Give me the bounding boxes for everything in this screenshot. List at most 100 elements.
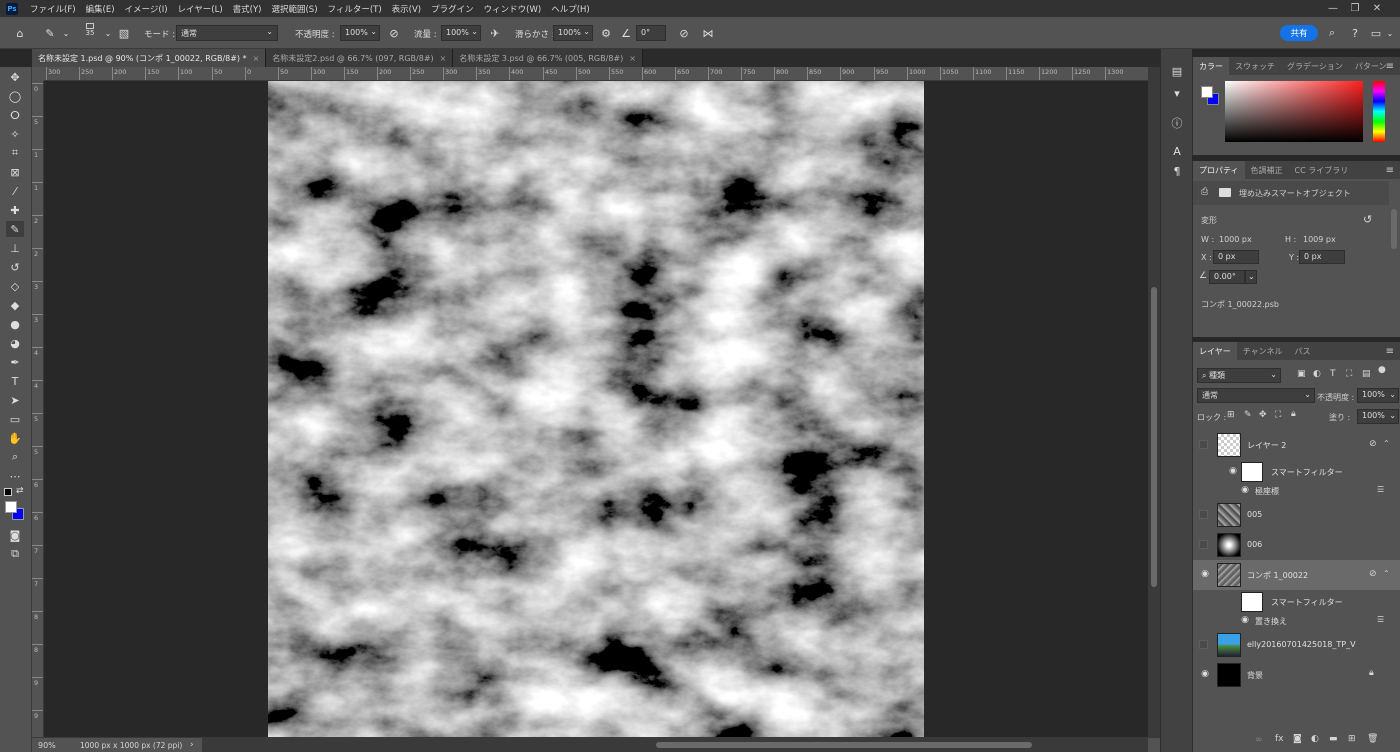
- eraser-tool-icon[interactable]: ◇: [6, 278, 24, 294]
- lock-artboard-icon[interactable]: ⛶: [1275, 410, 1281, 420]
- share-button[interactable]: 共有: [1280, 25, 1318, 41]
- path-select-tool-icon[interactable]: ➤: [6, 392, 24, 408]
- scrollbar-thumb[interactable]: [1151, 287, 1157, 587]
- brush-angle-input[interactable]: 0°: [636, 25, 666, 41]
- chevron-up-icon[interactable]: ⌃: [1383, 569, 1390, 578]
- filter-type-icon[interactable]: T: [1330, 369, 1336, 379]
- hue-slider[interactable]: [1373, 81, 1385, 142]
- chevron-down-icon[interactable]: ⌄: [1245, 270, 1257, 284]
- panel-menu-icon[interactable]: ≡: [1386, 61, 1394, 72]
- smoothing-input[interactable]: 100% ⌄: [553, 25, 593, 41]
- visibility-toggle[interactable]: [1199, 540, 1208, 549]
- layer-row-selected[interactable]: ◉ コンポ 1_00022 ⊘ ⌃: [1193, 560, 1400, 590]
- canvas-area[interactable]: [44, 81, 1148, 737]
- delete-layer-icon[interactable]: 🗑︎: [1367, 734, 1378, 744]
- gear-icon[interactable]: ⚙: [598, 25, 614, 41]
- menu-window[interactable]: ウィンドウ(W): [480, 3, 548, 15]
- layer-row[interactable]: 006: [1193, 530, 1400, 560]
- tab-cc-libraries[interactable]: CC ライブラリ: [1289, 161, 1355, 179]
- layer-row[interactable]: ◉ 背景 🔒︎: [1193, 660, 1400, 690]
- blend-mode-select[interactable]: 通常 ⌄: [1197, 388, 1315, 403]
- tab-document-2[interactable]: 名称未設定2.psd @ 66.7% (097, RGB/8#) ×: [266, 49, 454, 67]
- filter-options-icon[interactable]: ☰: [1377, 485, 1384, 494]
- ruler-origin[interactable]: [32, 67, 44, 81]
- paragraph-icon[interactable]: ¶: [1169, 163, 1185, 179]
- width-value[interactable]: 1000 px: [1219, 235, 1252, 244]
- menu-edit[interactable]: 編集(E): [82, 3, 121, 15]
- hand-tool-icon[interactable]: ✋: [6, 430, 24, 446]
- marquee-tool-icon[interactable]: ◯: [6, 88, 24, 104]
- help-icon[interactable]: ?: [1347, 25, 1363, 41]
- tab-paths[interactable]: パス: [1289, 342, 1317, 360]
- brush-size-picker[interactable]: 35: [82, 23, 98, 43]
- smart-filter-row[interactable]: スマートフィルター: [1193, 590, 1400, 614]
- zoom-tool-icon[interactable]: ⌕: [6, 449, 24, 465]
- tab-document-1[interactable]: 名称未設定 1.psd @ 90% (コンポ 1_00022, RGB/8#) …: [32, 49, 267, 67]
- menu-help[interactable]: ヘルプ(H): [547, 3, 596, 15]
- menu-select[interactable]: 選択範囲(S): [267, 3, 323, 15]
- pressure-opacity-icon[interactable]: ⊘: [386, 25, 402, 41]
- eye-icon[interactable]: ◉: [1199, 669, 1211, 681]
- color-picker-field[interactable]: [1225, 81, 1363, 142]
- filter-adjustment-icon[interactable]: ◐: [1313, 369, 1321, 379]
- visibility-toggle[interactable]: [1199, 440, 1208, 449]
- canvas-vertical-scrollbar[interactable]: [1148, 67, 1160, 737]
- home-icon[interactable]: ⌂: [12, 25, 28, 41]
- menu-view[interactable]: 表示(V): [388, 3, 427, 15]
- tab-adjustments[interactable]: 色調補正: [1245, 161, 1289, 179]
- pen-tool-icon[interactable]: ✒: [6, 354, 24, 370]
- layer-row[interactable]: elly20160701425018_TP_V: [1193, 630, 1400, 660]
- layer-opacity-input[interactable]: 100% ⌄: [1357, 388, 1399, 403]
- ruler-left[interactable]: 0 5 1 1 2 2 3 3 4 4 5 5 6 6 7 7 8 8 9 9: [32, 81, 44, 737]
- filter-row[interactable]: ◉ 極座標 ☰: [1193, 484, 1400, 498]
- eye-icon[interactable]: ◉: [1239, 485, 1251, 497]
- lock-transparency-icon[interactable]: ⊞: [1227, 410, 1235, 420]
- height-value[interactable]: 1009 px: [1303, 235, 1336, 244]
- rotation-input[interactable]: 0.00°: [1209, 270, 1245, 284]
- tab-color[interactable]: カラー: [1193, 57, 1229, 75]
- eye-icon[interactable]: ◉: [1199, 569, 1211, 581]
- default-colors-icon[interactable]: [4, 488, 12, 496]
- eye-icon[interactable]: ◉: [1239, 615, 1251, 627]
- clone-stamp-tool-icon[interactable]: ⊥: [6, 240, 24, 256]
- tab-gradients[interactable]: グラデーション: [1281, 57, 1349, 75]
- flow-input[interactable]: 100% ⌄: [441, 25, 481, 41]
- scrollbar-thumb[interactable]: [656, 742, 1032, 748]
- eye-icon[interactable]: ◉: [1227, 466, 1239, 478]
- dodge-tool-icon[interactable]: ◕: [6, 335, 24, 351]
- panel-menu-icon[interactable]: ≡: [1386, 165, 1394, 176]
- layer-filter-select[interactable]: ⌕ 種類 ⌄: [1197, 368, 1281, 383]
- blur-tool-icon[interactable]: ●: [6, 316, 24, 332]
- fill-input[interactable]: 100% ⌄: [1357, 409, 1399, 424]
- paint-bucket-tool-icon[interactable]: ◆: [6, 297, 24, 313]
- healing-brush-tool-icon[interactable]: ✚: [6, 202, 24, 218]
- history-brush-tool-icon[interactable]: ↺: [6, 259, 24, 275]
- smart-filter-row[interactable]: ◉ スマートフィルター: [1193, 460, 1400, 484]
- ruler-top[interactable]: 300 250 200 150 100 50 0 50 100 150 200 250 300 350 40…: [44, 67, 1148, 81]
- layer-row[interactable]: 005: [1193, 500, 1400, 530]
- tab-properties[interactable]: プロパティ: [1193, 161, 1245, 179]
- panel-menu-icon[interactable]: ≡: [1386, 346, 1394, 357]
- tab-channels[interactable]: チャンネル: [1237, 342, 1289, 360]
- quick-mask-icon[interactable]: ◙: [6, 527, 24, 543]
- brush-tool-preset-icon[interactable]: ✎: [42, 25, 58, 41]
- lock-image-icon[interactable]: ✎: [1244, 410, 1252, 420]
- quick-select-tool-icon[interactable]: ✧: [6, 126, 24, 142]
- eyedropper-tool-icon[interactable]: ⁄: [6, 183, 24, 199]
- brush-tool-icon[interactable]: ✎: [6, 221, 24, 237]
- reset-icon[interactable]: ↺: [1363, 213, 1372, 226]
- zoom-level[interactable]: 90%: [38, 741, 56, 750]
- symmetry-butterfly-icon[interactable]: ⋈: [700, 25, 716, 41]
- airbrush-icon[interactable]: ✈: [487, 25, 503, 41]
- link-layers-icon[interactable]: ∞: [1255, 735, 1263, 745]
- crop-tool-icon[interactable]: ⌗: [6, 145, 24, 161]
- fx-icon[interactable]: fx: [1275, 734, 1284, 744]
- mode-select[interactable]: 通常 ⌄: [176, 25, 278, 41]
- type-tool-icon[interactable]: T: [6, 373, 24, 389]
- close-icon[interactable]: ×: [440, 54, 447, 63]
- pressure-size-icon[interactable]: ⊘: [676, 25, 692, 41]
- document-image[interactable]: [268, 81, 924, 737]
- filter-toggle-icon[interactable]: ●: [1378, 365, 1386, 375]
- lock-all-icon[interactable]: 🔒︎: [1291, 409, 1296, 419]
- close-window-button[interactable]: ✕: [1354, 0, 1400, 17]
